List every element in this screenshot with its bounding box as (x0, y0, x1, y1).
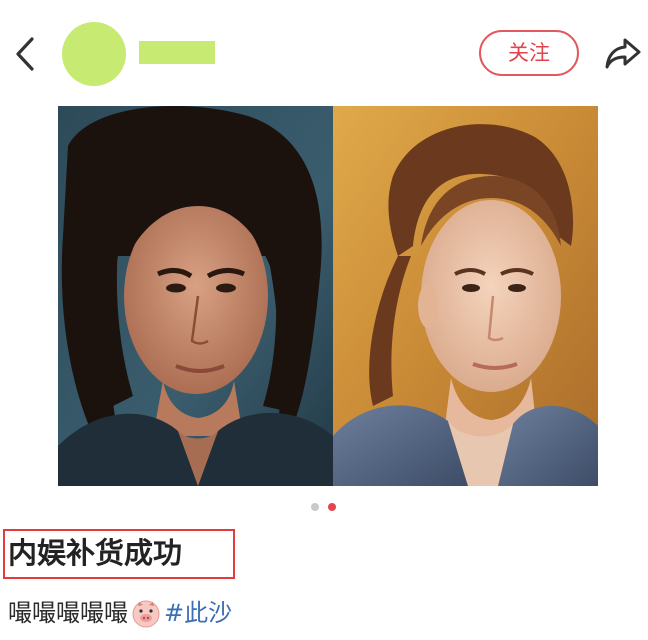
post-image-2[interactable] (333, 106, 598, 486)
post-title: 内娱补货成功 (8, 536, 183, 570)
chevron-left-icon (16, 37, 34, 71)
share-arrow-icon (605, 38, 641, 69)
image-carousel[interactable] (58, 106, 598, 486)
hashtag-link[interactable]: #此沙 (164, 599, 232, 627)
share-button[interactable] (604, 36, 642, 72)
post-image-1[interactable] (58, 106, 333, 486)
piglet-face-emoji (132, 600, 160, 628)
back-button[interactable] (10, 34, 40, 74)
caption-text: 嘬嘬嘬嘬嘬 (8, 599, 128, 627)
follow-button[interactable]: 关注 (479, 30, 579, 76)
top-bar: 关注 (0, 0, 648, 100)
post-caption: 嘬嘬嘬嘬嘬 #此沙 (8, 595, 232, 631)
carousel-dot-2-active[interactable] (328, 503, 336, 511)
avatar[interactable] (62, 22, 126, 86)
carousel-dot-1[interactable] (311, 503, 319, 511)
username[interactable] (139, 41, 215, 64)
